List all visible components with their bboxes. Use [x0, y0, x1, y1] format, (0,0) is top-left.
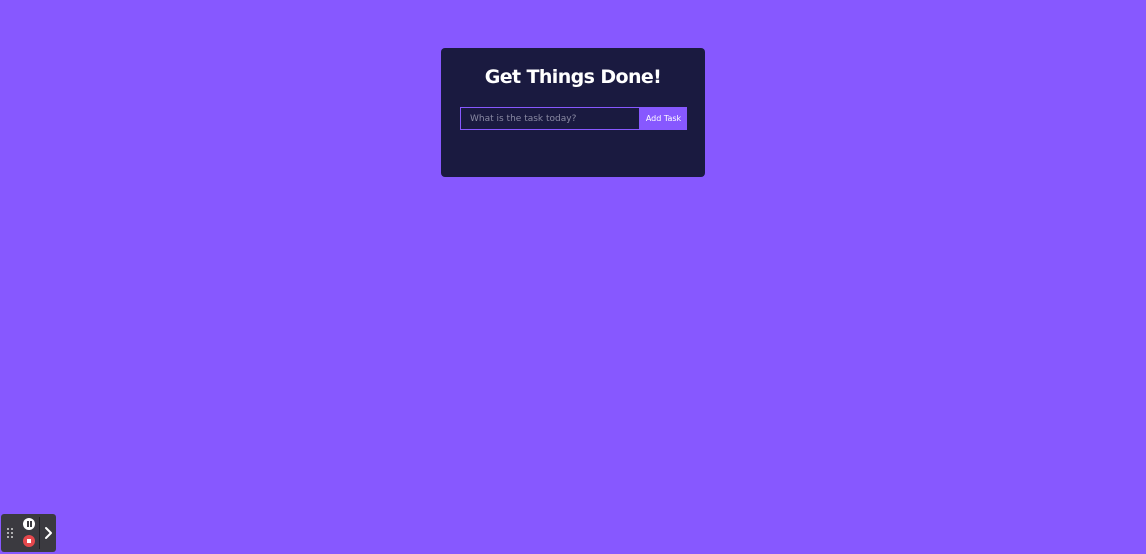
recording-toolbar [1, 514, 56, 552]
stop-icon[interactable] [23, 535, 35, 547]
page-title: Get Things Done! [484, 66, 662, 88]
task-input[interactable] [460, 107, 640, 130]
todo-form: Add Task [460, 107, 687, 130]
drag-handle-icon[interactable] [7, 528, 15, 540]
add-task-button[interactable]: Add Task [640, 107, 687, 130]
todo-card: Get Things Done! Add Task [441, 48, 705, 177]
pause-icon[interactable] [23, 518, 35, 530]
toolbar-divider [39, 517, 40, 549]
chevron-right-icon[interactable] [42, 523, 55, 543]
